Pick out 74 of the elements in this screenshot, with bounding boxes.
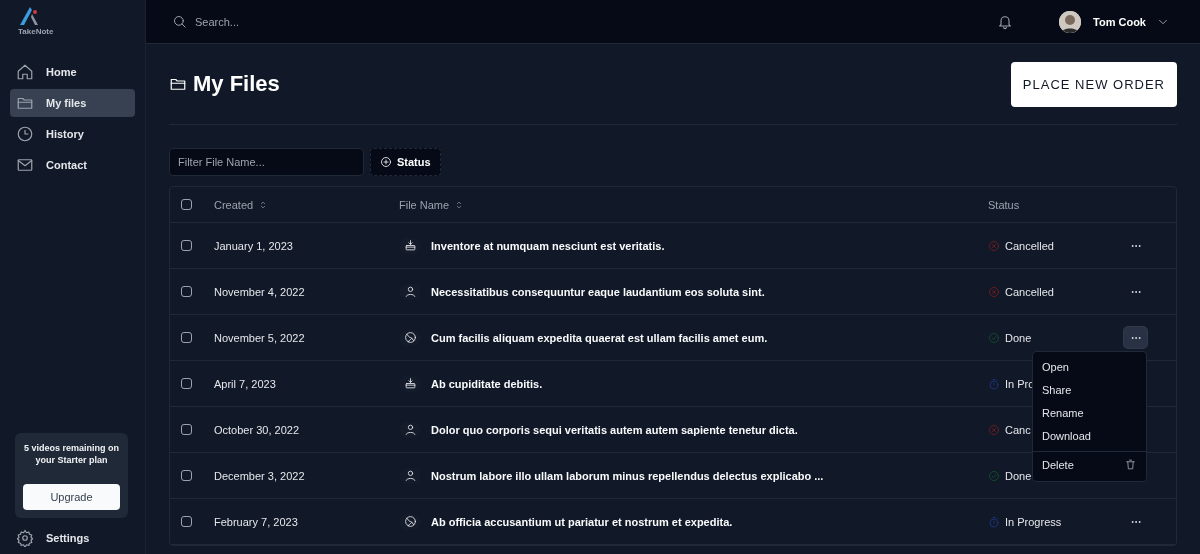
menu-item[interactable]: Download [1033, 424, 1146, 447]
created-date: October 30, 2022 [214, 423, 300, 436]
settings-icon [16, 529, 34, 547]
menu-item[interactable]: Open [1033, 355, 1146, 378]
created-date: February 7, 2023 [214, 515, 299, 528]
user-icon [403, 423, 417, 436]
select-all-checkbox[interactable] [181, 199, 192, 210]
inbox-icon [403, 239, 417, 252]
avatar[interactable] [1059, 10, 1082, 33]
nav-item[interactable]: Home [10, 58, 135, 86]
stopwatch-icon [988, 515, 1000, 528]
stopwatch-icon [988, 377, 1000, 390]
status-label: Done [1005, 469, 1032, 482]
nav-item[interactable]: My files [10, 89, 135, 117]
file-name: Dolor quo corporis sequi veritatis autem autem sapiente tenetur dicta. [431, 423, 798, 436]
brand-name: TakeNote [18, 27, 54, 36]
status-label: In Progress [1005, 515, 1062, 528]
globe-icon [403, 515, 417, 528]
menu-item[interactable]: Rename [1033, 401, 1146, 424]
check-circle-icon [988, 331, 1000, 344]
plan-message: 5 videos remaining on your Starter plan [23, 442, 120, 466]
globe-icon [403, 331, 417, 344]
menu-label: Delete [1042, 458, 1074, 471]
created-date: November 5, 2022 [214, 331, 306, 344]
column-header[interactable]: Created [214, 198, 254, 211]
row-checkbox[interactable] [181, 378, 192, 389]
column-header[interactable]: File Name [399, 198, 450, 211]
row-checkbox[interactable] [181, 516, 192, 527]
mail-icon [16, 156, 34, 174]
status-label: Cancelled [1005, 285, 1054, 298]
created-date: November 4, 2022 [214, 285, 306, 298]
user-name[interactable]: Tom Cook [1093, 15, 1146, 28]
menu-item[interactable]: Share [1033, 378, 1146, 401]
row-checkbox[interactable] [181, 470, 192, 481]
upgrade-button[interactable]: Upgrade [23, 484, 120, 510]
file-name: Nostrum labore illo ullam laborum minus repellendus delectus explicabo ... [431, 469, 824, 482]
file-name: Ab officia accusantium ut pariatur et nostrum et expedita. [431, 515, 733, 528]
row-checkbox[interactable] [181, 286, 192, 297]
x-circle-icon [988, 239, 1000, 252]
created-date: April 7, 2023 [214, 377, 277, 390]
inbox-icon [403, 377, 417, 390]
status-label: Done [1005, 331, 1032, 344]
search-field[interactable]: Search... [193, 14, 397, 29]
created-date: January 1, 2023 [214, 239, 294, 252]
row-actions-button[interactable] [1124, 327, 1147, 348]
plus-circle-icon [380, 156, 392, 168]
check-circle-icon [988, 469, 1000, 482]
home-icon [16, 63, 34, 81]
status-label: Canc [1005, 423, 1031, 436]
search-icon [172, 14, 187, 29]
file-name: Cum facilis aliquam expedita quaerat est ullam facilis amet eum. [431, 331, 768, 344]
status-filter-button[interactable]: Status [370, 148, 441, 176]
file-name: Inventore at numquam nesciunt est veritatis. [431, 239, 665, 252]
nav-item[interactable]: History [10, 120, 135, 148]
status-label: Cancelled [1005, 239, 1054, 252]
row-checkbox[interactable] [181, 240, 192, 251]
settings-item[interactable]: Settings [10, 524, 135, 552]
file-name: Ab cupiditate debitis. [431, 377, 543, 390]
x-circle-icon [988, 423, 1000, 436]
x-circle-icon [988, 285, 1000, 298]
row-checkbox[interactable] [181, 424, 192, 435]
place-order-button[interactable]: PLACE NEW ORDER [1010, 61, 1177, 107]
row-checkbox[interactable] [181, 332, 192, 343]
column-header[interactable]: Status [988, 198, 1020, 211]
user-icon [403, 469, 417, 482]
filter-field[interactable]: Filter File Name... [169, 148, 364, 176]
file-name: Necessitatibus consequuntur eaque laudantium eos soluta sint. [431, 285, 765, 298]
nav-item[interactable]: Contact [10, 151, 135, 179]
clock-icon [16, 125, 34, 143]
user-icon [403, 285, 417, 298]
bell-icon [997, 13, 1014, 30]
page-title: My Files [193, 71, 280, 97]
trash-icon [1124, 458, 1137, 471]
created-date: December 3, 2022 [214, 469, 306, 482]
